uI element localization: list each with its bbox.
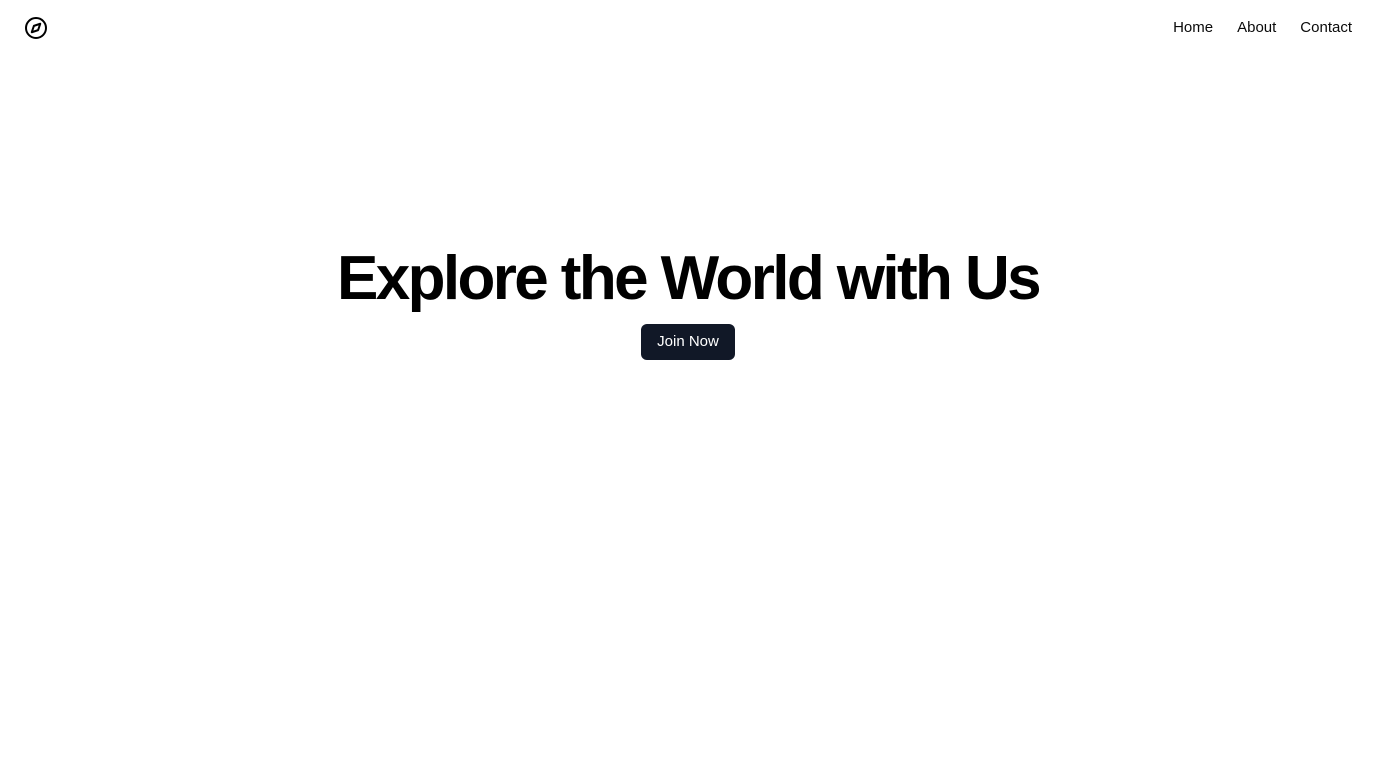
nav-link-home[interactable]: Home xyxy=(1173,18,1213,38)
join-now-button[interactable]: Join Now xyxy=(641,324,735,360)
compass-icon xyxy=(25,17,47,39)
landing-page: Home About Contact Explore the World wit… xyxy=(0,0,1376,768)
nav-link-contact[interactable]: Contact xyxy=(1300,18,1352,38)
hero-section: Explore the World with Us Join Now xyxy=(0,240,1376,360)
main-nav: Home About Contact xyxy=(1173,18,1352,38)
hero-title: Explore the World with Us xyxy=(336,244,1042,313)
logo-link[interactable] xyxy=(24,16,48,40)
navbar: Home About Contact xyxy=(0,0,1376,56)
nav-link-about[interactable]: About xyxy=(1237,18,1276,38)
